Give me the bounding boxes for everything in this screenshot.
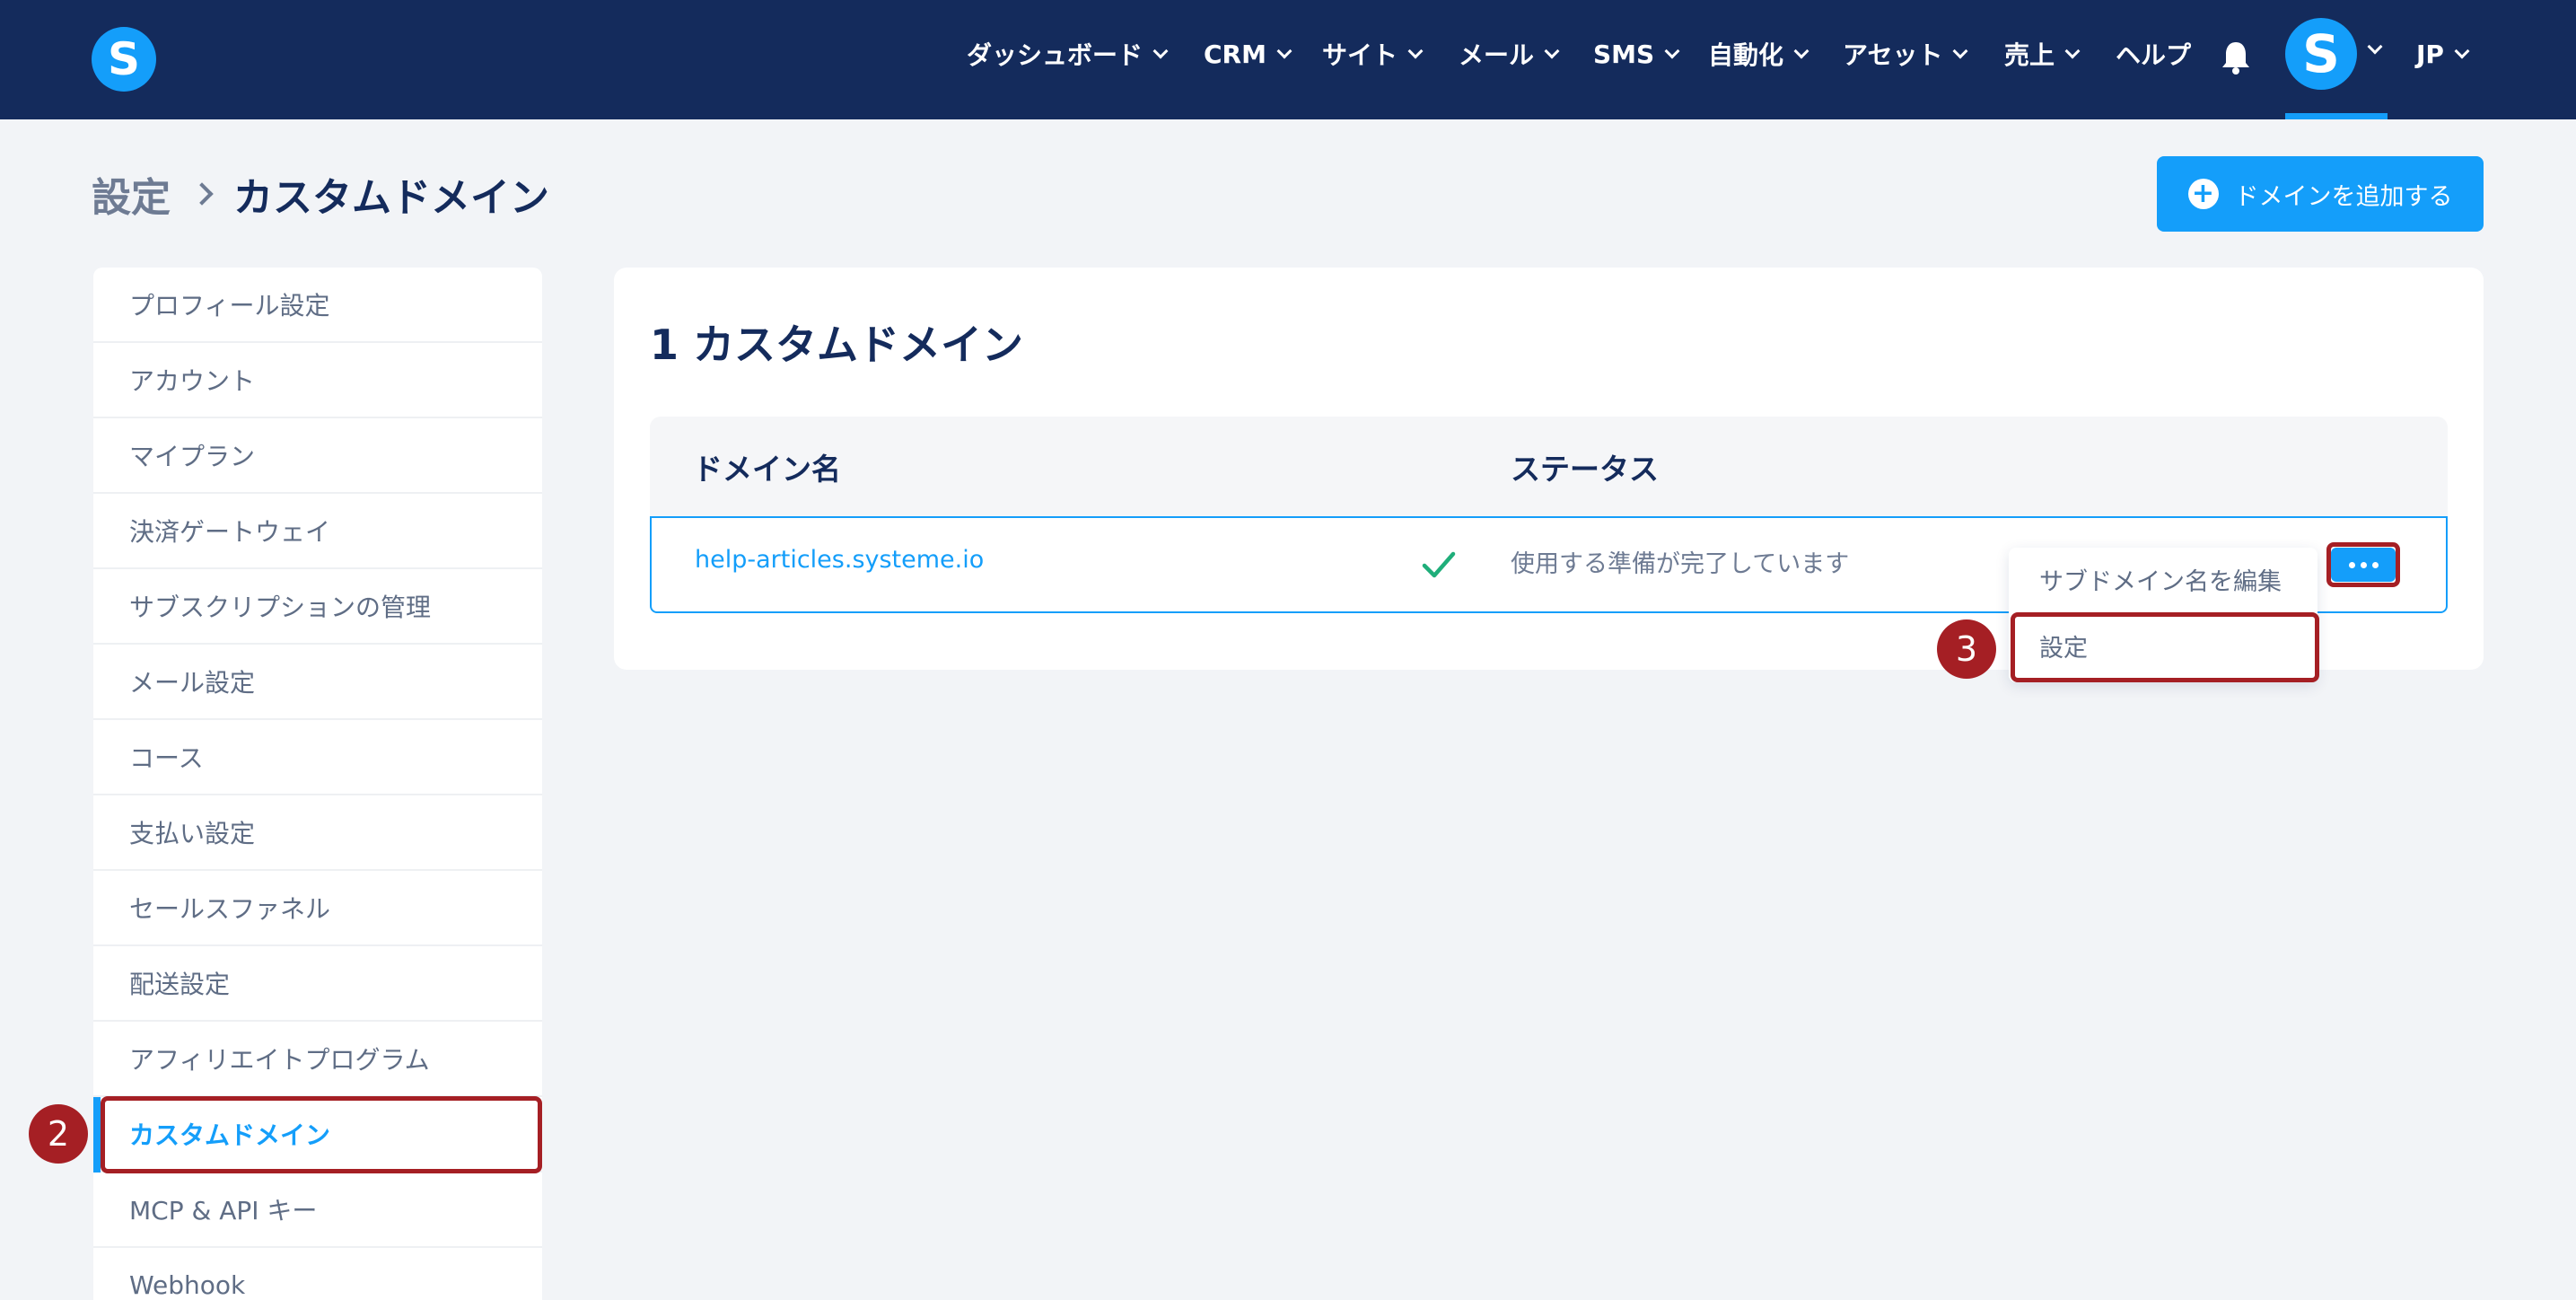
page-title: カスタムドメイン: [233, 175, 549, 221]
nav-crm-label: CRM: [1204, 39, 1266, 69]
nav-mail[interactable]: メール: [1459, 32, 1560, 75]
add-domain-button[interactable]: + ドメインを追加する: [2157, 156, 2484, 232]
top-navigation: S ダッシュボード CRM サイト メール SMS 自動化 アセット 売上 ヘル…: [0, 0, 2576, 119]
chevron-down-icon: [1152, 43, 1169, 59]
highlight-box-custom-domains: [101, 1096, 542, 1173]
step-badge-3: 3: [1937, 619, 1996, 679]
nav-sms-label: SMS: [1593, 39, 1655, 69]
sidebar-item-profile[interactable]: プロフィール設定: [93, 268, 542, 343]
nav-dashboard[interactable]: ダッシュボード: [967, 32, 1169, 75]
breadcrumb: 設定 カスタムドメイン: [92, 167, 549, 221]
nav-sms[interactable]: SMS: [1593, 32, 1680, 75]
card-title: 1 カスタムドメイン: [650, 321, 1024, 369]
chevron-down-icon[interactable]: [2367, 39, 2383, 55]
step-badge-2: 2: [29, 1104, 88, 1164]
sidebar-active-indicator: [93, 1097, 101, 1173]
nav-automation-label: 自動化: [1708, 40, 1784, 70]
nav-assets[interactable]: アセット: [1843, 32, 1968, 75]
nav-sales-label: 売上: [2004, 40, 2055, 70]
check-icon: [1422, 551, 1456, 578]
breadcrumb-settings[interactable]: 設定: [92, 165, 171, 223]
nav-dashboard-label: ダッシュボード: [967, 40, 1143, 70]
chevron-down-icon: [1276, 43, 1292, 59]
status-text: 使用する準備が完了しています: [1511, 550, 1850, 578]
chevron-down-icon: [1544, 43, 1560, 59]
sidebar-item-mcp-api-keys[interactable]: MCP & API キー: [93, 1173, 542, 1248]
systeme-logo[interactable]: S: [92, 27, 156, 92]
avatar-active-indicator: [2285, 113, 2388, 119]
avatar[interactable]: S: [2285, 18, 2357, 90]
chevron-down-icon: [1793, 43, 1809, 59]
sidebar-item-affiliate[interactable]: アフィリエイトプログラム: [93, 1022, 542, 1097]
chevron-down-icon: [1407, 43, 1424, 59]
chevron-down-icon: [1952, 43, 1968, 59]
nav-sales[interactable]: 売上: [2004, 32, 2081, 75]
sidebar-item-payment-settings[interactable]: 支払い設定: [93, 795, 542, 871]
nav-help[interactable]: ヘルプ: [2116, 32, 2191, 75]
column-status: ステータス: [1511, 452, 1659, 487]
plus-circle-icon: +: [2187, 179, 2219, 209]
column-domain-name: ドメイン名: [693, 452, 841, 487]
sidebar-item-courses[interactable]: コース: [93, 720, 542, 795]
sidebar-item-email-settings[interactable]: メール設定: [93, 645, 542, 720]
nav-automation[interactable]: 自動化: [1708, 32, 1809, 75]
sidebar-item-webhook[interactable]: Webhook: [93, 1248, 542, 1300]
sidebar-item-my-plan[interactable]: マイプラン: [93, 418, 542, 494]
add-domain-label: ドメインを追加する: [2234, 182, 2453, 211]
sidebar-item-sales-funnels[interactable]: セールスファネル: [93, 871, 542, 946]
chevron-right-icon: [190, 182, 214, 206]
domain-link[interactable]: help-articles.systeme.io: [695, 546, 984, 574]
nav-site-label: サイト: [1322, 40, 1398, 70]
sidebar-item-payment-gateways[interactable]: 決済ゲートウェイ: [93, 494, 542, 569]
sidebar-item-account[interactable]: アカウント: [93, 343, 542, 418]
sidebar-item-shipping[interactable]: 配送設定: [93, 946, 542, 1022]
chevron-down-icon: [2454, 43, 2470, 59]
chevron-down-icon: [2064, 43, 2081, 59]
nav-mail-label: メール: [1459, 40, 1535, 70]
highlight-box-more-button: [2326, 542, 2400, 587]
chevron-down-icon: [1664, 43, 1680, 59]
menu-item-edit-subdomain[interactable]: サブドメイン名を編集: [2039, 562, 2282, 597]
nav-assets-label: アセット: [1843, 40, 1943, 70]
language-label: JP: [2416, 39, 2444, 69]
nav-help-label: ヘルプ: [2116, 40, 2192, 70]
language-selector[interactable]: JP: [2416, 32, 2470, 75]
sidebar-item-subscriptions[interactable]: サブスクリプションの管理: [93, 569, 542, 645]
nav-crm[interactable]: CRM: [1204, 32, 1292, 75]
highlight-box-settings-item: [2011, 612, 2319, 682]
bell-icon[interactable]: [2221, 40, 2251, 75]
nav-site[interactable]: サイト: [1322, 32, 1424, 75]
